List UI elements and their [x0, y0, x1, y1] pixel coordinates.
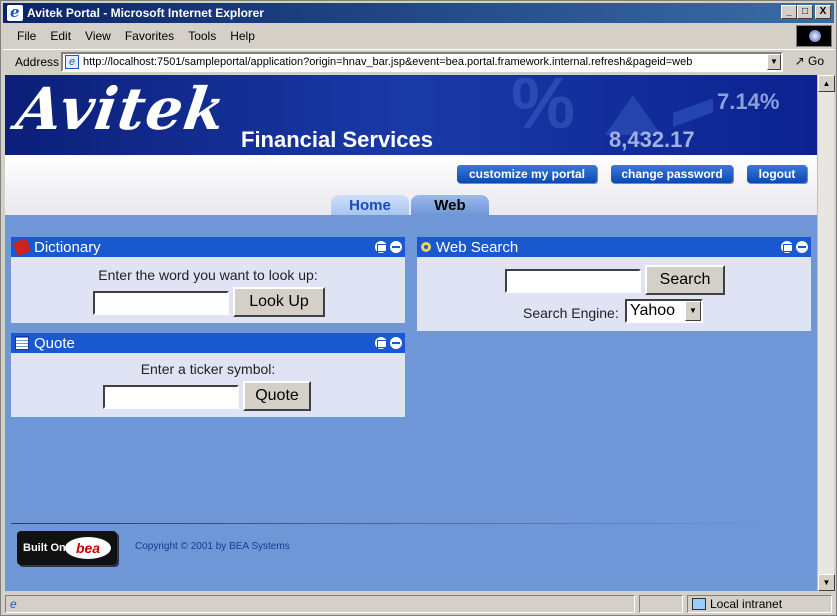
logout-button[interactable]: logout: [747, 165, 807, 183]
page-viewport: % Avitek Financial Services 7.14% 8,432.…: [5, 75, 817, 591]
quote-minimize-icon[interactable]: [374, 336, 388, 350]
footer-divider: [11, 523, 791, 524]
zone-label: Local intranet: [710, 597, 783, 611]
dictionary-input[interactable]: [93, 291, 229, 315]
web-search-header: Web Search: [417, 237, 811, 257]
quote-portlet: Quote Enter a ticker symbol: Quote: [11, 333, 405, 417]
status-bar: e Local intranet: [3, 593, 834, 615]
quote-button[interactable]: Quote: [243, 381, 311, 411]
security-zone: Local intranet: [687, 595, 832, 613]
title-bar: Avitek Portal - Microsoft Internet Explo…: [3, 3, 834, 23]
lookup-button[interactable]: Look Up: [233, 287, 325, 317]
dictionary-prompt: Enter the word you want to look up:: [98, 267, 318, 283]
built-on-bea-badge[interactable]: Built On bea: [17, 531, 117, 565]
web-search-portlet: Web Search Search Search Engine: Yahoo ▼: [417, 237, 811, 331]
search-engine-value: Yahoo: [630, 302, 676, 319]
menu-view[interactable]: View: [85, 29, 111, 43]
banner-ticker-value: 8,432.17: [609, 127, 695, 152]
search-button[interactable]: Search: [645, 265, 725, 295]
menu-favorites[interactable]: Favorites: [125, 29, 174, 43]
quote-prompt: Enter a ticker symbol:: [140, 361, 276, 377]
search-engine-select[interactable]: Yahoo ▼: [625, 299, 703, 323]
portal-banner: % Avitek Financial Services 7.14% 8,432.…: [5, 75, 817, 155]
magnifier-icon: [421, 242, 431, 252]
dictionary-portlet: Dictionary Enter the word you want to lo…: [11, 237, 405, 323]
go-arrow-icon: ↗: [794, 54, 805, 68]
close-button[interactable]: X: [815, 5, 831, 19]
menu-help[interactable]: Help: [230, 29, 255, 43]
address-url: http://localhost:7501/sampleportal/appli…: [83, 56, 693, 68]
dictionary-controls: [374, 240, 403, 254]
avitek-logo: Avitek: [12, 75, 231, 143]
address-label: Address: [15, 54, 60, 69]
menu-bar: File Edit View Favorites Tools Help: [3, 25, 793, 47]
change-password-button[interactable]: change password: [611, 165, 733, 183]
chevron-down-icon[interactable]: ▼: [685, 301, 701, 321]
address-input[interactable]: e http://localhost:7501/sampleportal/app…: [61, 52, 783, 72]
windows-logo-icon: [796, 25, 832, 47]
dictionary-minimize-icon[interactable]: [374, 240, 388, 254]
dictionary-title: Dictionary: [34, 238, 101, 256]
search-engine-label: Search Engine:: [523, 305, 619, 321]
scroll-down-icon[interactable]: ▼: [818, 574, 835, 591]
banner-percent-graphic: %: [511, 75, 576, 144]
web-search-input[interactable]: [505, 269, 641, 293]
tab-web[interactable]: Web: [411, 195, 489, 215]
web-search-minimize-icon[interactable]: [780, 240, 794, 254]
quote-remove-icon[interactable]: [389, 336, 403, 350]
quote-title: Quote: [34, 334, 75, 352]
web-search-remove-icon[interactable]: [795, 240, 809, 254]
ie-logo-icon: [7, 3, 23, 21]
status-cell-empty-1: [639, 595, 683, 613]
intranet-icon: [692, 598, 706, 610]
address-bar: Address e http://localhost:7501/samplepo…: [3, 49, 834, 73]
dictionary-remove-icon[interactable]: [389, 240, 403, 254]
quote-controls: [374, 336, 403, 350]
ticker-input[interactable]: [103, 385, 239, 409]
banner-ticker-percent: 7.14%: [717, 89, 780, 114]
book-icon: [13, 238, 31, 256]
page-status-icon: e: [10, 597, 17, 611]
built-on-label: Built On: [23, 542, 66, 554]
page-icon: e: [65, 55, 79, 69]
quote-header: Quote: [11, 333, 405, 353]
page-tabs: Home Web: [5, 195, 817, 215]
scroll-up-icon[interactable]: ▲: [818, 75, 835, 92]
status-text: e: [5, 595, 635, 613]
vertical-scrollbar[interactable]: ▲ ▼: [817, 75, 835, 591]
dictionary-header: Dictionary: [11, 237, 405, 257]
bea-logo: bea: [65, 537, 111, 559]
table-icon: [15, 336, 29, 350]
go-button[interactable]: ↗ Go: [795, 54, 824, 68]
go-label: Go: [807, 54, 824, 68]
web-search-title: Web Search: [436, 238, 519, 256]
menu-file[interactable]: File: [17, 29, 36, 43]
customize-portal-button[interactable]: customize my portal: [457, 165, 597, 183]
window-title: Avitek Portal - Microsoft Internet Explo…: [27, 6, 264, 20]
banner-subtitle: Financial Services: [241, 127, 433, 152]
window-controls: _ □ X: [781, 5, 831, 19]
menu-edit[interactable]: Edit: [50, 29, 71, 43]
tab-home[interactable]: Home: [331, 195, 409, 215]
copyright-text: Copyright © 2001 by BEA Systems: [135, 541, 290, 552]
menu-tools[interactable]: Tools: [188, 29, 216, 43]
address-dropdown-button[interactable]: ▼: [767, 54, 781, 70]
web-search-controls: [780, 240, 809, 254]
minimize-button[interactable]: _: [781, 5, 797, 19]
browser-window: Avitek Portal - Microsoft Internet Explo…: [0, 0, 837, 616]
maximize-button[interactable]: □: [797, 5, 813, 19]
